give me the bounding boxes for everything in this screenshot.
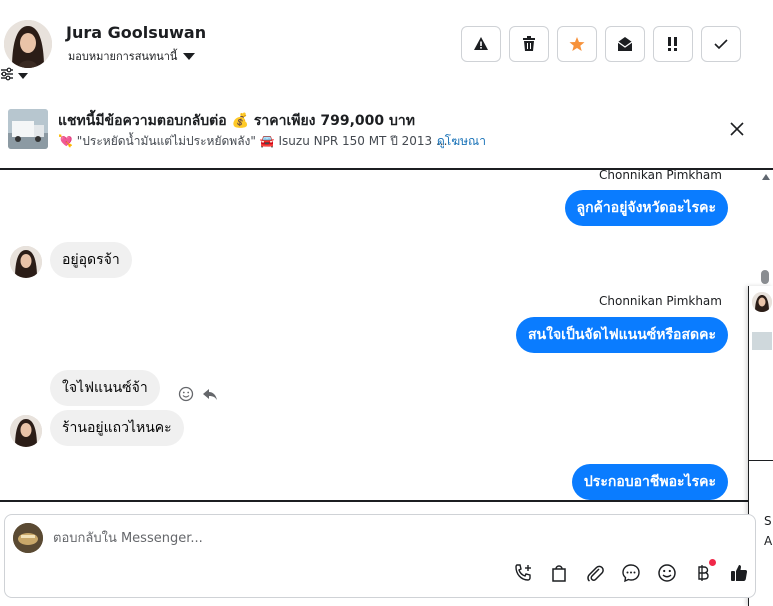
reply-input[interactable]	[53, 527, 653, 549]
saved-replies-button[interactable]	[619, 561, 643, 585]
chat-bubble-icon	[622, 564, 640, 583]
contact-avatar-small	[10, 246, 42, 278]
smiley-icon	[178, 386, 194, 402]
message-thread[interactable]: Chonnikan Pimkham ลูกค้าอยู่จังหวัดอะไรค…	[0, 168, 773, 502]
react-button[interactable]	[178, 386, 194, 406]
trash-icon	[523, 36, 535, 51]
peek-text: A	[764, 534, 773, 548]
view-ad-link[interactable]: ดูโฆษณา	[437, 132, 486, 151]
exclamation-icon	[668, 37, 677, 51]
conversation-header: Jura Goolsuwan มอบหมายการสนทนานี้	[0, 0, 773, 92]
call-button[interactable]	[511, 561, 535, 585]
done-button[interactable]	[701, 26, 741, 62]
like-button[interactable]	[727, 561, 751, 585]
smiley-icon	[658, 564, 676, 582]
assign-label: มอบหมายการสนทนานี้	[68, 50, 178, 63]
ad-subtitle: 💘 "ประหยัดน้ำมันแต่ไม่ประหยัดพลัง" 🚘 Isu…	[58, 134, 448, 148]
attach-button[interactable]	[583, 561, 607, 585]
peek-ad-thumbnail	[752, 332, 772, 350]
chevron-down-icon	[183, 52, 196, 60]
incoming-message[interactable]: ร้านอยู่แถวไหนคะ	[50, 410, 184, 446]
incoming-message[interactable]: ใจไฟแนนซ์จ้า	[50, 370, 160, 406]
paperclip-icon	[587, 565, 604, 582]
shop-button[interactable]	[547, 561, 571, 585]
delete-button[interactable]	[509, 26, 549, 62]
outgoing-message[interactable]: ประกอบอาชีพอะไรคะ	[571, 464, 728, 500]
envelope-open-icon	[617, 37, 633, 51]
message-composer	[4, 514, 756, 598]
phone-add-icon	[515, 564, 531, 581]
ad-context-banner: แชทนี้มีข้อความตอบกลับต่อ 💰 ราคาเพียง 79…	[0, 100, 773, 160]
contact-name[interactable]: Jura Goolsuwan	[66, 23, 206, 42]
warning-icon	[474, 37, 488, 50]
scroll-up-arrow-icon[interactable]	[762, 174, 770, 180]
reply-button[interactable]	[202, 386, 218, 406]
reply-icon	[203, 389, 217, 400]
page-avatar	[13, 523, 43, 553]
sender-name: Chonnikan Pimkham	[599, 294, 722, 308]
notification-dot	[709, 559, 716, 566]
outgoing-message[interactable]: ลูกค้าอยู่จังหวัดอะไรคะ	[564, 190, 728, 226]
message-actions	[178, 386, 218, 406]
peek-avatar	[752, 292, 772, 312]
sliders-icon	[0, 66, 14, 85]
close-banner-button[interactable]	[726, 118, 748, 140]
report-button[interactable]	[461, 26, 501, 62]
thumbs-up-icon	[731, 565, 748, 581]
mark-unread-button[interactable]	[605, 26, 645, 62]
shopping-bag-icon	[552, 565, 566, 582]
contact-avatar[interactable]	[4, 20, 52, 68]
outgoing-message[interactable]: สนใจเป็นจัดไฟแนนซ์หรือสดคะ	[516, 317, 728, 353]
scroll-thumb[interactable]	[761, 270, 769, 284]
filter-dropdown[interactable]	[0, 66, 28, 85]
contact-avatar-small	[10, 415, 42, 447]
close-icon	[730, 122, 744, 136]
peek-text: S	[764, 514, 772, 528]
assign-conversation-dropdown[interactable]: มอบหมายการสนทนานี้	[68, 47, 196, 65]
chevron-down-icon	[18, 72, 28, 79]
star-icon	[569, 37, 585, 51]
payment-button[interactable]	[691, 559, 716, 585]
star-button[interactable]	[557, 26, 597, 62]
divider	[749, 460, 773, 461]
check-icon	[714, 39, 728, 50]
ad-title: แชทนี้มีข้อความตอบกลับต่อ 💰 ราคาเพียง 79…	[58, 113, 416, 129]
ad-thumbnail[interactable]	[8, 109, 48, 149]
emoji-button[interactable]	[655, 561, 679, 585]
baht-icon	[698, 565, 709, 581]
follow-up-button[interactable]	[653, 26, 693, 62]
incoming-message[interactable]: อยู่อุดรจ้า	[50, 242, 132, 278]
sender-name: Chonnikan Pimkham	[599, 168, 722, 182]
